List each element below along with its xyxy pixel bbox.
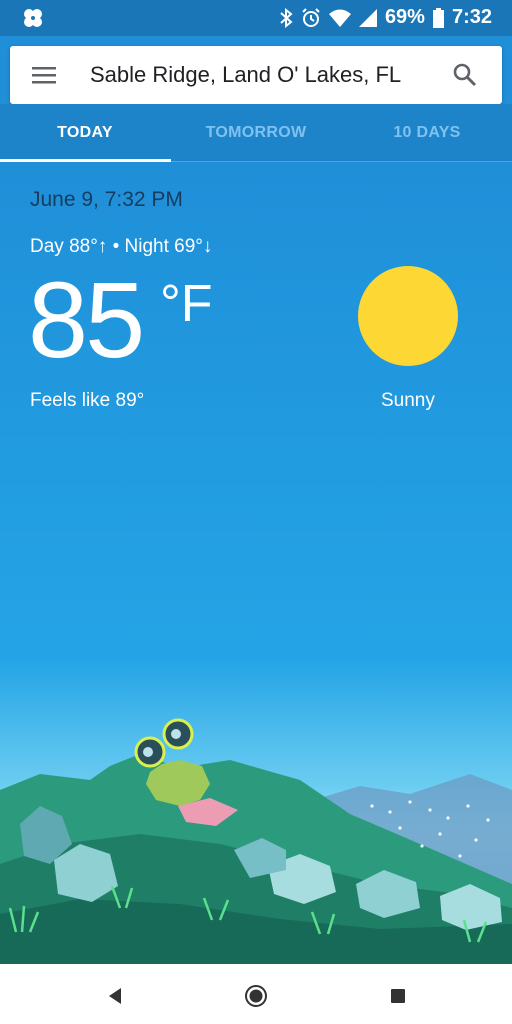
condition-label: Sunny — [381, 390, 435, 411]
temperature-unit: °F — [160, 275, 213, 333]
alarm-icon — [302, 7, 320, 27]
wifi-icon — [328, 9, 351, 27]
status-bar: 69% 7:32 — [0, 0, 512, 36]
tab-bar: TODAY TOMORROW 10 DAYS — [0, 104, 512, 162]
navigation-bar — [0, 964, 512, 1024]
sun-icon — [358, 266, 458, 366]
current-temperature: 85 °F — [28, 266, 213, 374]
pinwheel-icon — [24, 9, 42, 27]
date-time: June 9, 7:32 PM — [30, 188, 183, 211]
temperature-value: 85 — [28, 259, 145, 380]
search-bar[interactable]: Sable Ridge, Land O' Lakes, FL — [10, 46, 502, 104]
status-icons: 69% 7:32 — [279, 6, 492, 29]
day-night-temps: Day 88°↑ • Night 69°↓ — [30, 236, 213, 257]
back-icon[interactable] — [103, 984, 127, 1008]
weather-content: June 9, 7:32 PM Day 88°↑ • Night 69°↓ 85… — [0, 162, 512, 964]
tab-10-days[interactable]: 10 DAYS — [342, 104, 512, 162]
landscape-illustration — [0, 718, 512, 964]
search-icon[interactable] — [452, 62, 478, 88]
bluetooth-icon — [280, 7, 293, 28]
battery-percent: 69% — [384, 6, 425, 28]
signal-icon — [358, 8, 377, 27]
recents-icon[interactable] — [386, 984, 410, 1008]
status-time: 7:32 — [451, 6, 492, 28]
menu-icon[interactable] — [32, 65, 56, 85]
battery-icon — [432, 7, 444, 28]
tab-today[interactable]: TODAY — [0, 104, 170, 162]
tab-tomorrow[interactable]: TOMORROW — [171, 104, 341, 162]
location-text[interactable]: Sable Ridge, Land O' Lakes, FL — [90, 62, 401, 88]
home-icon[interactable] — [244, 984, 268, 1008]
feels-like: Feels like 89° — [30, 390, 145, 411]
